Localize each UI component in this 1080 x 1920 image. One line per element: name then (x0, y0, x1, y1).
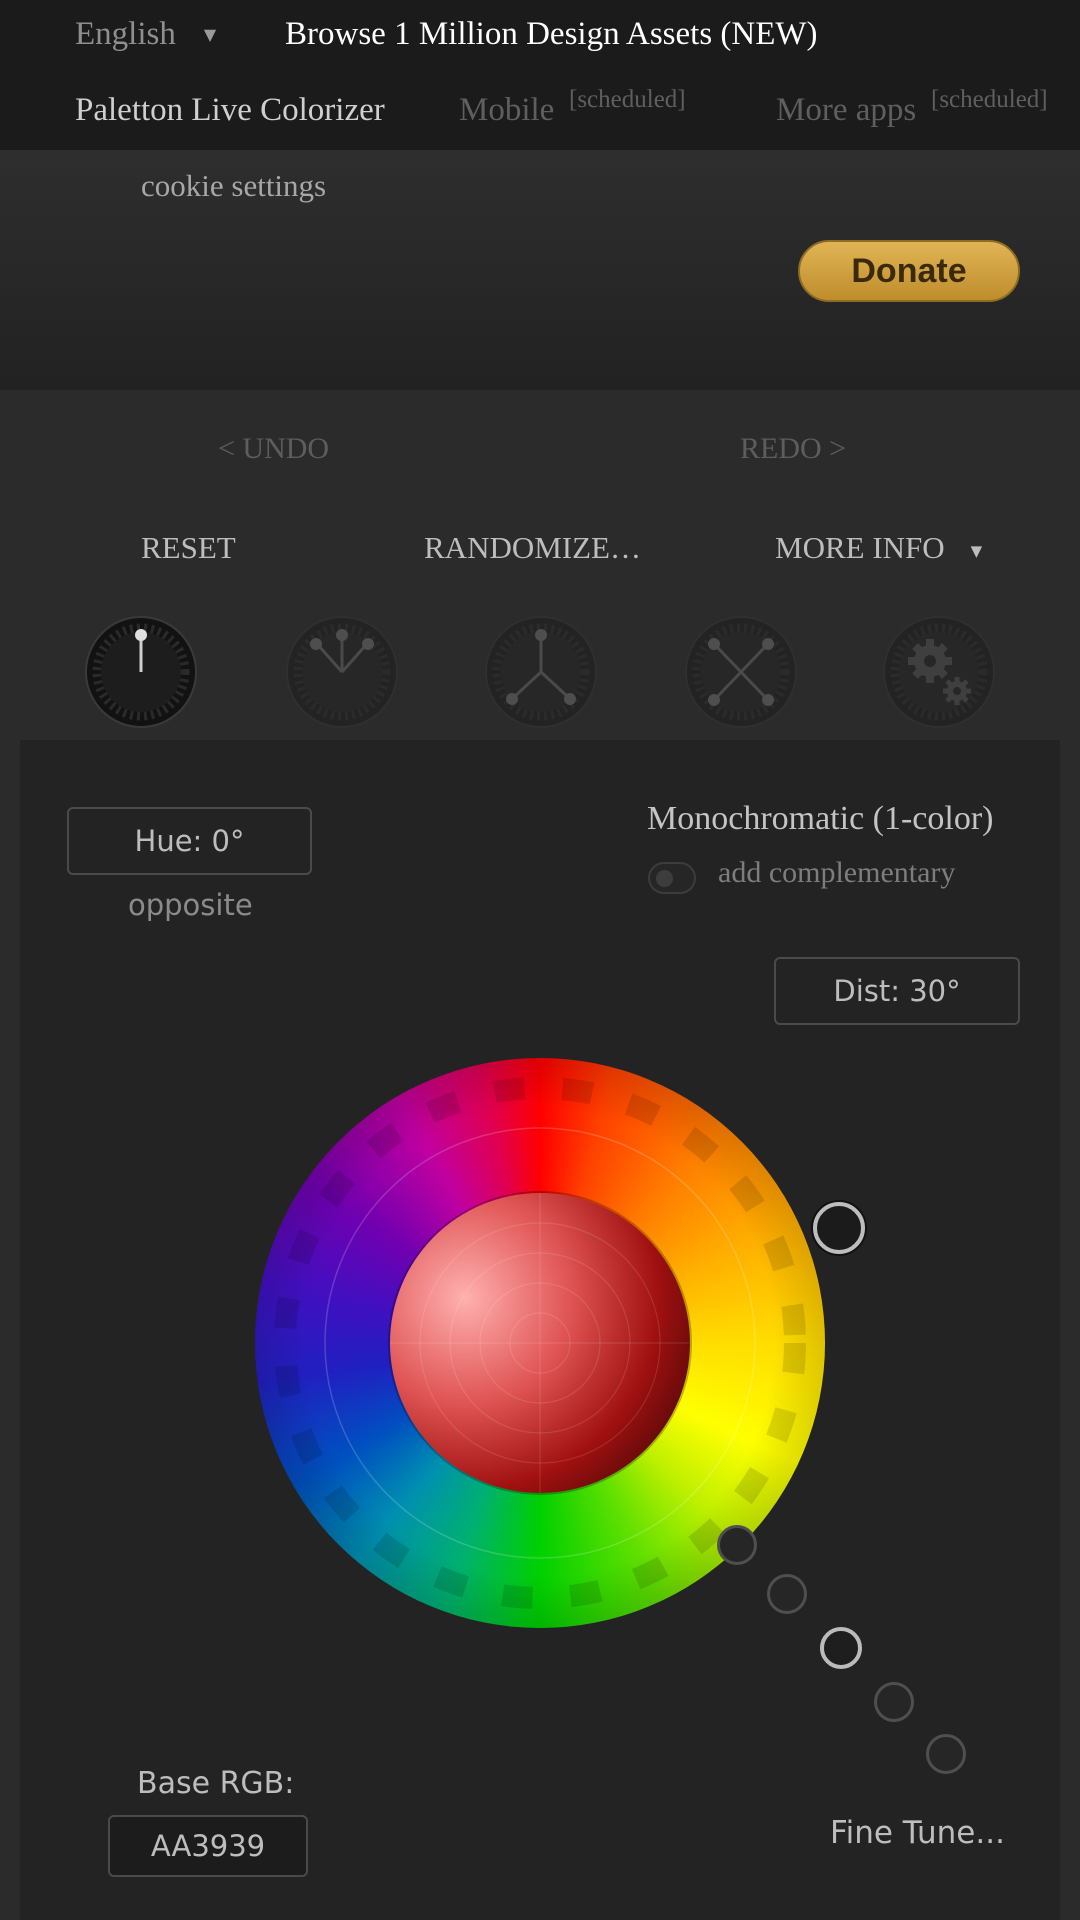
shade-handle-4[interactable] (874, 1682, 914, 1722)
settings-dial-icon[interactable] (882, 615, 996, 729)
cookie-settings-link[interactable]: cookie settings (141, 168, 326, 204)
base-rgb-label: Base RGB: (137, 1766, 295, 1801)
chevron-down-icon: ▼ (203, 25, 217, 44)
complementary-toggle[interactable] (648, 862, 696, 894)
shade-handle-1[interactable] (717, 1525, 757, 1565)
chevron-down-icon: ▼ (970, 541, 983, 560)
opposite-link[interactable]: opposite (128, 888, 253, 922)
shade-handle-5[interactable] (926, 1734, 966, 1774)
triad-dial-icon[interactable] (484, 615, 598, 729)
complementary-label: add complementary (718, 856, 956, 889)
mobile-link[interactable]: Mobile (459, 92, 554, 129)
app-title-link[interactable]: Paletton Live Colorizer (75, 92, 385, 129)
adjacent-dial-icon[interactable] (285, 615, 399, 729)
more-apps-link[interactable]: More apps (776, 92, 916, 129)
tetrad-dial-icon[interactable] (684, 615, 798, 729)
language-label: English (75, 16, 176, 52)
redo-button[interactable]: REDO > (740, 432, 846, 466)
more-apps-scheduled-badge: [scheduled] (931, 86, 1048, 113)
reset-button[interactable]: RESET (141, 530, 236, 566)
more-info-button[interactable]: MORE INFO ▼ (775, 530, 982, 566)
base-color-handle[interactable] (813, 1202, 865, 1254)
randomize-button[interactable]: RANDOMIZE… (424, 530, 641, 566)
mobile-scheduled-badge: [scheduled] (569, 86, 686, 113)
undo-button[interactable]: < UNDO (218, 432, 329, 466)
dist-field[interactable]: Dist: 30° (774, 957, 1020, 1025)
disc-grid (390, 1193, 690, 1493)
shade-handle-2[interactable] (767, 1574, 807, 1614)
top-bar: English ▼ Browse 1 Million Design Assets… (0, 0, 1080, 150)
shade-handle-base[interactable] (820, 1627, 862, 1669)
language-select[interactable]: English ▼ (75, 16, 216, 53)
mono-dial-icon[interactable] (84, 615, 198, 729)
hue-field[interactable]: Hue: 0° (67, 807, 312, 875)
fine-tune-button[interactable]: Fine Tune... (830, 1815, 1005, 1851)
scheme-title: Monochromatic (1-color) (647, 800, 994, 837)
base-rgb-input[interactable]: AA3939 (108, 1815, 308, 1877)
browse-assets-link[interactable]: Browse 1 Million Design Assets (NEW) (285, 16, 818, 53)
donate-button[interactable]: Donate (798, 240, 1020, 302)
more-info-label: MORE INFO (775, 530, 945, 565)
